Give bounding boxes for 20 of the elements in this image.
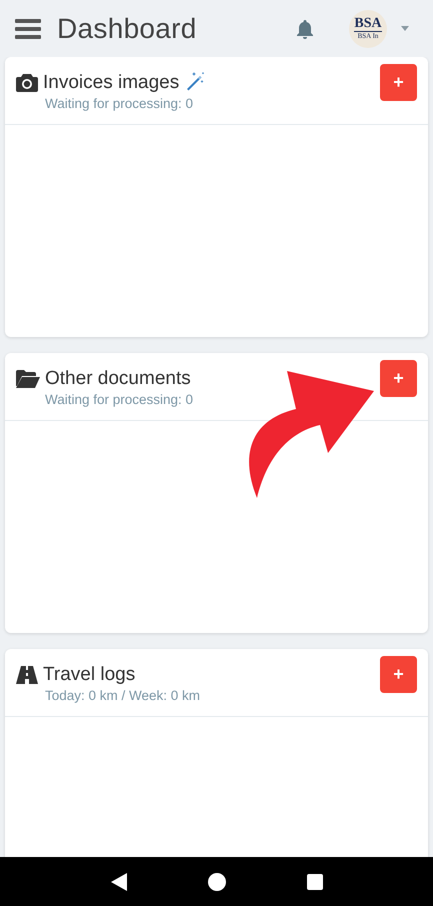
bell-icon[interactable] xyxy=(296,18,314,38)
menu-icon[interactable] xyxy=(15,18,41,38)
card-subtitle: Waiting for processing: 0 xyxy=(45,96,194,111)
logo-text: BSA xyxy=(354,16,382,32)
add-button[interactable]: + xyxy=(380,656,417,693)
home-icon[interactable] xyxy=(208,872,226,890)
card-title: Other documents xyxy=(45,368,191,390)
caret-icon[interactable] xyxy=(401,26,409,31)
add-button[interactable]: + xyxy=(380,360,417,397)
folder-icon xyxy=(16,370,40,388)
page-title: Dashboard xyxy=(57,12,198,44)
card-subtitle: Waiting for processing: 0 xyxy=(45,392,194,407)
back-icon[interactable] xyxy=(110,872,126,890)
camera-icon xyxy=(16,74,38,92)
card-title: Travel logs xyxy=(43,664,136,686)
recents-icon[interactable] xyxy=(306,874,322,890)
add-button[interactable]: + xyxy=(380,64,417,101)
card-title: Invoices images xyxy=(43,72,180,94)
card-subtitle: Today: 0 km / Week: 0 km xyxy=(45,688,200,703)
road-icon xyxy=(16,666,38,684)
